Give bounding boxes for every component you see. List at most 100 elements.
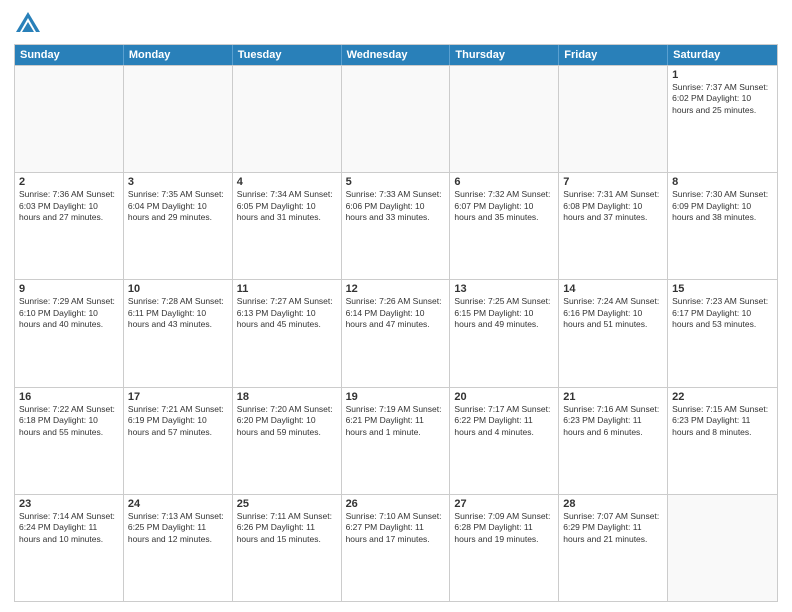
day-info: Sunrise: 7:10 AM Sunset: 6:27 PM Dayligh… [346,511,446,545]
day-number: 15 [672,283,773,295]
empty-cell [233,66,342,172]
day-info: Sunrise: 7:21 AM Sunset: 6:19 PM Dayligh… [128,404,228,438]
day-number: 5 [346,176,446,188]
day-cell-9: 9Sunrise: 7:29 AM Sunset: 6:10 PM Daylig… [15,280,124,386]
day-cell-12: 12Sunrise: 7:26 AM Sunset: 6:14 PM Dayli… [342,280,451,386]
cal-header-cell: Sunday [15,45,124,65]
day-number: 25 [237,498,337,510]
day-info: Sunrise: 7:22 AM Sunset: 6:18 PM Dayligh… [19,404,119,438]
day-info: Sunrise: 7:07 AM Sunset: 6:29 PM Dayligh… [563,511,663,545]
cal-header-cell: Friday [559,45,668,65]
day-info: Sunrise: 7:29 AM Sunset: 6:10 PM Dayligh… [19,296,119,330]
day-number: 19 [346,391,446,403]
day-info: Sunrise: 7:37 AM Sunset: 6:02 PM Dayligh… [672,82,773,116]
day-number: 26 [346,498,446,510]
day-info: Sunrise: 7:20 AM Sunset: 6:20 PM Dayligh… [237,404,337,438]
day-number: 21 [563,391,663,403]
cal-week: 23Sunrise: 7:14 AM Sunset: 6:24 PM Dayli… [15,494,777,601]
day-number: 7 [563,176,663,188]
day-info: Sunrise: 7:24 AM Sunset: 6:16 PM Dayligh… [563,296,663,330]
day-cell-1: 1Sunrise: 7:37 AM Sunset: 6:02 PM Daylig… [668,66,777,172]
calendar-body: 1Sunrise: 7:37 AM Sunset: 6:02 PM Daylig… [15,65,777,601]
logo [14,10,46,38]
day-cell-15: 15Sunrise: 7:23 AM Sunset: 6:17 PM Dayli… [668,280,777,386]
day-info: Sunrise: 7:30 AM Sunset: 6:09 PM Dayligh… [672,189,773,223]
day-cell-23: 23Sunrise: 7:14 AM Sunset: 6:24 PM Dayli… [15,495,124,601]
day-info: Sunrise: 7:09 AM Sunset: 6:28 PM Dayligh… [454,511,554,545]
day-cell-10: 10Sunrise: 7:28 AM Sunset: 6:11 PM Dayli… [124,280,233,386]
header [14,10,778,38]
day-number: 22 [672,391,773,403]
day-cell-8: 8Sunrise: 7:30 AM Sunset: 6:09 PM Daylig… [668,173,777,279]
empty-cell [124,66,233,172]
logo-icon [14,10,42,38]
empty-cell [15,66,124,172]
empty-cell [559,66,668,172]
day-cell-3: 3Sunrise: 7:35 AM Sunset: 6:04 PM Daylig… [124,173,233,279]
day-cell-18: 18Sunrise: 7:20 AM Sunset: 6:20 PM Dayli… [233,388,342,494]
cal-header-cell: Monday [124,45,233,65]
day-info: Sunrise: 7:32 AM Sunset: 6:07 PM Dayligh… [454,189,554,223]
day-info: Sunrise: 7:11 AM Sunset: 6:26 PM Dayligh… [237,511,337,545]
day-number: 24 [128,498,228,510]
day-number: 4 [237,176,337,188]
day-number: 13 [454,283,554,295]
calendar-header: SundayMondayTuesdayWednesdayThursdayFrid… [15,45,777,65]
day-cell-22: 22Sunrise: 7:15 AM Sunset: 6:23 PM Dayli… [668,388,777,494]
day-number: 9 [19,283,119,295]
day-info: Sunrise: 7:34 AM Sunset: 6:05 PM Dayligh… [237,189,337,223]
day-info: Sunrise: 7:26 AM Sunset: 6:14 PM Dayligh… [346,296,446,330]
empty-cell [450,66,559,172]
day-info: Sunrise: 7:36 AM Sunset: 6:03 PM Dayligh… [19,189,119,223]
day-cell-5: 5Sunrise: 7:33 AM Sunset: 6:06 PM Daylig… [342,173,451,279]
day-info: Sunrise: 7:23 AM Sunset: 6:17 PM Dayligh… [672,296,773,330]
day-number: 6 [454,176,554,188]
day-number: 23 [19,498,119,510]
day-cell-2: 2Sunrise: 7:36 AM Sunset: 6:03 PM Daylig… [15,173,124,279]
day-cell-7: 7Sunrise: 7:31 AM Sunset: 6:08 PM Daylig… [559,173,668,279]
day-cell-4: 4Sunrise: 7:34 AM Sunset: 6:05 PM Daylig… [233,173,342,279]
day-number: 12 [346,283,446,295]
day-info: Sunrise: 7:25 AM Sunset: 6:15 PM Dayligh… [454,296,554,330]
day-cell-20: 20Sunrise: 7:17 AM Sunset: 6:22 PM Dayli… [450,388,559,494]
day-number: 2 [19,176,119,188]
day-info: Sunrise: 7:19 AM Sunset: 6:21 PM Dayligh… [346,404,446,438]
day-cell-28: 28Sunrise: 7:07 AM Sunset: 6:29 PM Dayli… [559,495,668,601]
day-number: 17 [128,391,228,403]
cal-header-cell: Tuesday [233,45,342,65]
day-cell-21: 21Sunrise: 7:16 AM Sunset: 6:23 PM Dayli… [559,388,668,494]
day-number: 10 [128,283,228,295]
day-info: Sunrise: 7:28 AM Sunset: 6:11 PM Dayligh… [128,296,228,330]
day-number: 8 [672,176,773,188]
day-number: 3 [128,176,228,188]
cal-header-cell: Thursday [450,45,559,65]
day-cell-25: 25Sunrise: 7:11 AM Sunset: 6:26 PM Dayli… [233,495,342,601]
cal-header-cell: Saturday [668,45,777,65]
day-cell-14: 14Sunrise: 7:24 AM Sunset: 6:16 PM Dayli… [559,280,668,386]
day-info: Sunrise: 7:14 AM Sunset: 6:24 PM Dayligh… [19,511,119,545]
cal-week: 9Sunrise: 7:29 AM Sunset: 6:10 PM Daylig… [15,279,777,386]
day-number: 11 [237,283,337,295]
cal-header-cell: Wednesday [342,45,451,65]
day-cell-13: 13Sunrise: 7:25 AM Sunset: 6:15 PM Dayli… [450,280,559,386]
day-info: Sunrise: 7:33 AM Sunset: 6:06 PM Dayligh… [346,189,446,223]
empty-cell [668,495,777,601]
cal-week: 1Sunrise: 7:37 AM Sunset: 6:02 PM Daylig… [15,65,777,172]
cal-week: 2Sunrise: 7:36 AM Sunset: 6:03 PM Daylig… [15,172,777,279]
day-info: Sunrise: 7:16 AM Sunset: 6:23 PM Dayligh… [563,404,663,438]
day-cell-6: 6Sunrise: 7:32 AM Sunset: 6:07 PM Daylig… [450,173,559,279]
day-number: 14 [563,283,663,295]
day-info: Sunrise: 7:27 AM Sunset: 6:13 PM Dayligh… [237,296,337,330]
day-info: Sunrise: 7:15 AM Sunset: 6:23 PM Dayligh… [672,404,773,438]
day-number: 27 [454,498,554,510]
day-cell-11: 11Sunrise: 7:27 AM Sunset: 6:13 PM Dayli… [233,280,342,386]
day-info: Sunrise: 7:35 AM Sunset: 6:04 PM Dayligh… [128,189,228,223]
day-cell-19: 19Sunrise: 7:19 AM Sunset: 6:21 PM Dayli… [342,388,451,494]
day-number: 16 [19,391,119,403]
day-info: Sunrise: 7:13 AM Sunset: 6:25 PM Dayligh… [128,511,228,545]
day-number: 18 [237,391,337,403]
day-cell-17: 17Sunrise: 7:21 AM Sunset: 6:19 PM Dayli… [124,388,233,494]
day-info: Sunrise: 7:31 AM Sunset: 6:08 PM Dayligh… [563,189,663,223]
day-cell-26: 26Sunrise: 7:10 AM Sunset: 6:27 PM Dayli… [342,495,451,601]
day-number: 1 [672,69,773,81]
